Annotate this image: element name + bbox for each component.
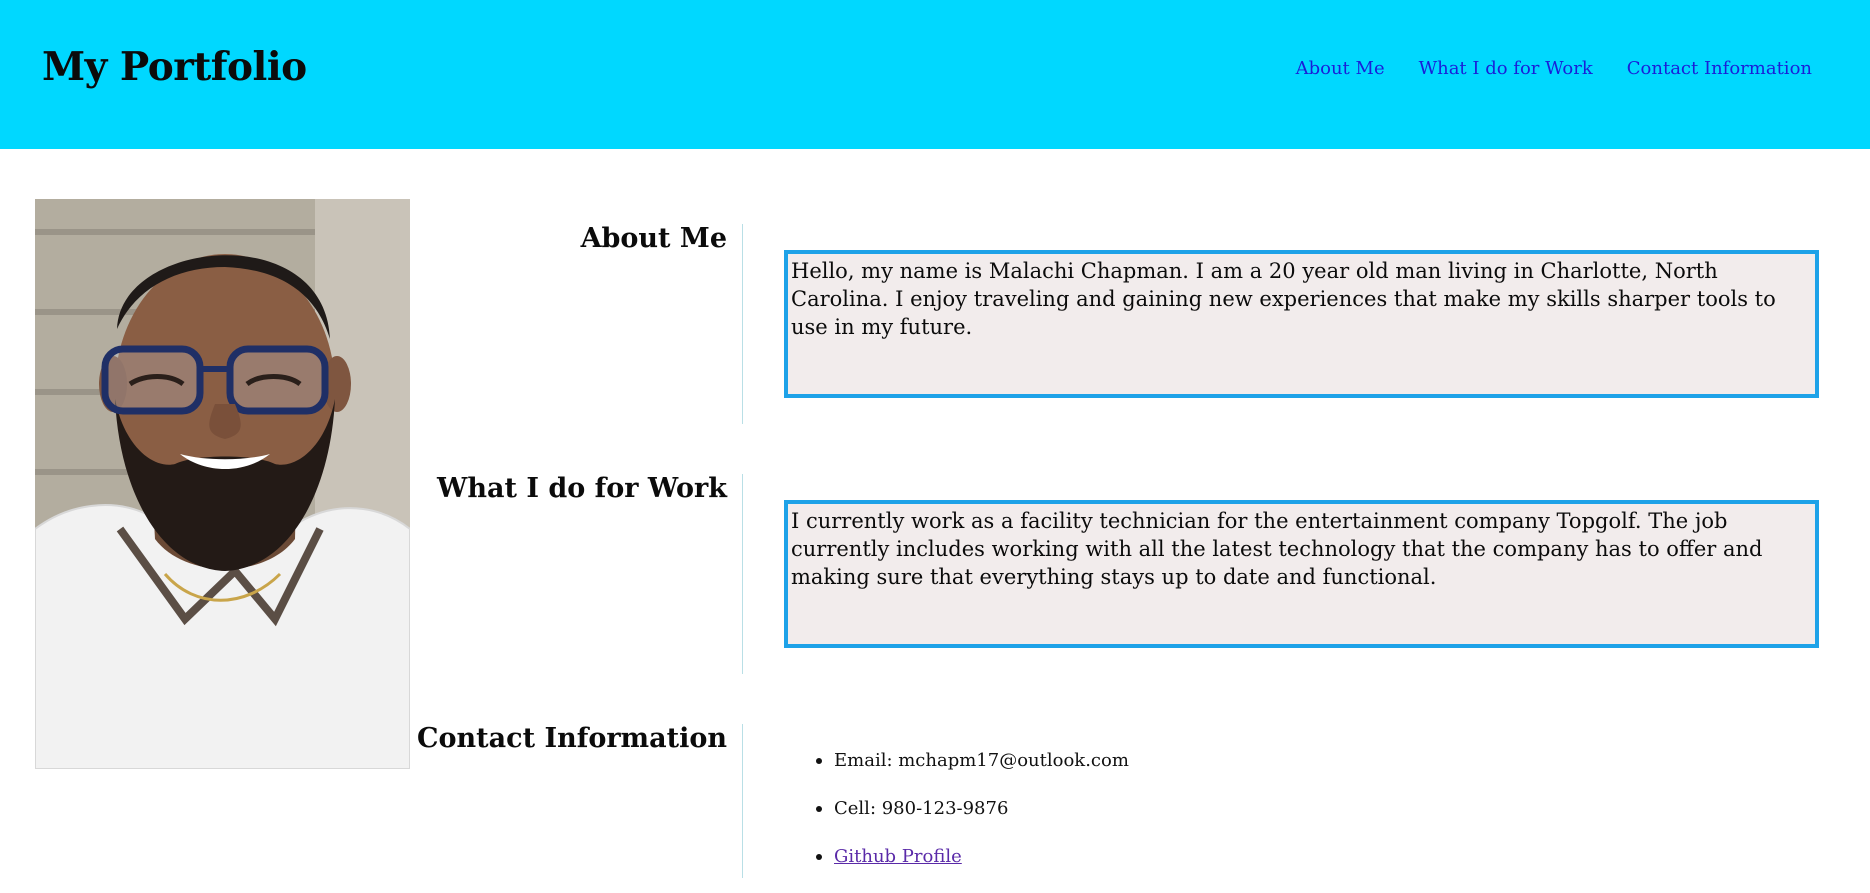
nav-link-about-me[interactable]: About Me (1296, 58, 1385, 79)
contact-github-item: Github Profile (816, 845, 1129, 893)
contact-heading: Contact Information (417, 723, 727, 754)
main-nav: About Me What I do for Work Contact Info… (1296, 58, 1812, 79)
nav-link-work[interactable]: What I do for Work (1419, 58, 1593, 79)
site-title: My Portfolio (42, 44, 307, 90)
profile-photo (35, 199, 410, 769)
about-me-divider (742, 224, 743, 424)
contact-cell: Cell: 980-123-9876 (816, 797, 1129, 845)
nav-link-contact[interactable]: Contact Information (1627, 58, 1812, 79)
work-heading: What I do for Work (437, 473, 727, 504)
work-textbox: I currently work as a facility technicia… (784, 500, 1819, 648)
work-divider (742, 474, 743, 674)
contact-divider (742, 724, 743, 878)
about-me-textbox: Hello, my name is Malachi Chapman. I am … (784, 250, 1819, 398)
site-header: My Portfolio About Me What I do for Work… (0, 0, 1870, 149)
contact-email: Email: mchapm17@outlook.com (816, 749, 1129, 797)
github-profile-link[interactable]: Github Profile (834, 846, 962, 867)
contact-list: Email: mchapm17@outlook.com Cell: 980-12… (816, 749, 1129, 893)
about-me-heading: About Me (580, 223, 727, 254)
